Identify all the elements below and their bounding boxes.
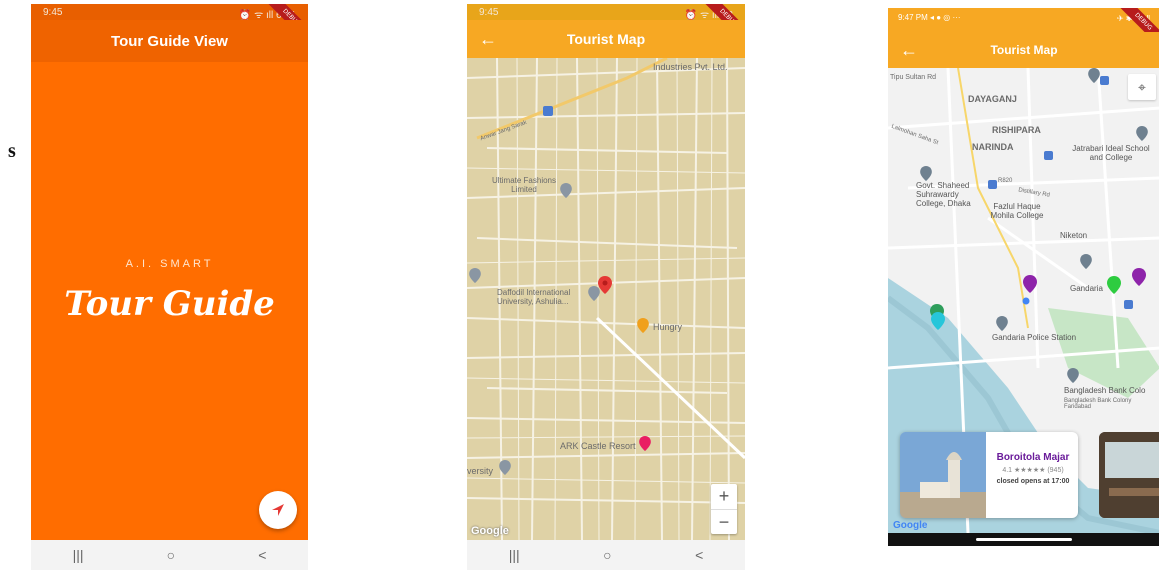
place-name: Boroitola Majar: [996, 452, 1070, 463]
map-label: versity: [467, 466, 494, 476]
map-label: Gandaria Police Station: [992, 333, 1077, 342]
map-pin-icon[interactable]: [1023, 275, 1037, 293]
map-label: Hungry: [653, 322, 683, 332]
map-label: NARINDA: [972, 142, 1014, 152]
map-label: Jatrabari Ideal School and College: [1072, 144, 1150, 162]
restaurant-pin-icon[interactable]: [637, 318, 649, 333]
tour-guide-screen: 9:45 ⏰ ᯤ ıll 63% DEBUG Tour Guide View A…: [31, 4, 308, 570]
place-photo: [900, 432, 986, 518]
poi-pin-icon[interactable]: [469, 268, 481, 283]
status-bar: 9:47 PM ◂ ● ◎ ··· ✈ ✱ ᯤ ıll: [888, 8, 1159, 32]
mosque-image: [900, 432, 986, 518]
navigation-arrow-icon: [272, 504, 284, 516]
map-pin-icon[interactable]: [931, 312, 945, 330]
place-rating: 4.1 ★★★★★ (945): [1002, 467, 1064, 474]
map-label: Govt. Shaheed Suhrawardy College, Dhaka: [916, 181, 971, 208]
map-view[interactable]: Industries Pvt. Ltd. Anwar Jang Sarak Ul…: [467, 58, 745, 540]
back-arrow-icon[interactable]: ←: [479, 29, 497, 50]
poi-pin-icon[interactable]: [920, 166, 932, 181]
bus-stop-icon: [1100, 76, 1109, 85]
home-button[interactable]: ○: [167, 547, 175, 563]
poi-pin-icon[interactable]: [588, 286, 600, 301]
status-bar: 9:45 ⏰ ᯤ ıll 63%: [31, 4, 308, 21]
zoom-in-button[interactable]: +: [711, 484, 737, 509]
map-pin-icon[interactable]: [1132, 268, 1146, 286]
hotel-pin-icon[interactable]: [639, 436, 651, 451]
map-label: Bangladesh Bank Colony Faridabad: [1064, 398, 1132, 410]
poi-pin-icon[interactable]: [1088, 68, 1100, 83]
tourist-map-places-screen: 9:47 PM ◂ ● ◎ ··· ✈ ✱ ᯤ ıll DEBUG ← Tour…: [888, 8, 1159, 546]
home-indicator[interactable]: [976, 538, 1072, 541]
my-location-button[interactable]: ⌖: [1128, 74, 1156, 100]
page-title: Tourist Map: [566, 31, 646, 47]
navigate-button[interactable]: [259, 491, 297, 529]
recents-button[interactable]: |||: [73, 547, 84, 563]
recents-button[interactable]: |||: [509, 547, 520, 563]
screenshot-collage: s 9:45 ⏰ ᯤ ıll 63% DEBUG Tour Guide View…: [0, 0, 1159, 573]
map-label: DAYAGANJ: [968, 94, 1017, 104]
map-label: Gandaria: [1070, 284, 1103, 293]
bus-stop-icon: [988, 180, 997, 189]
back-nav-button[interactable]: <: [258, 547, 266, 563]
poi-pin-icon[interactable]: [996, 316, 1008, 331]
status-bar: 9:45 ⏰ ᯤ ıll 63: [467, 4, 745, 21]
map-label: Industries Pvt. Ltd.: [653, 62, 728, 72]
zoom-controls: + −: [711, 484, 737, 534]
poi-pin-icon[interactable]: [1080, 254, 1092, 269]
hero-subtitle: A.I. SMART: [125, 258, 214, 270]
poi-pin-icon[interactable]: [499, 460, 511, 475]
status-time: 9:45: [43, 7, 63, 18]
system-nav-bar: ||| ○ <: [467, 540, 745, 570]
app-bar: ← Tourist Map: [467, 20, 745, 58]
tourist-map-screen: 9:45 ⏰ ᯤ ıll 63 DEBUG ← Tourist Map Indu…: [467, 4, 745, 570]
poi-pin-icon[interactable]: [560, 183, 572, 198]
map-label: Fazlul Haque Mohila College: [990, 202, 1044, 220]
side-letter: s: [8, 140, 16, 162]
place-info: Boroitola Majar 4.1 ★★★★★ (945) closed o…: [990, 452, 1076, 485]
my-location-dot-icon: [1022, 297, 1030, 305]
cafe-image: [1099, 432, 1159, 518]
page-title: Tourist Map: [990, 43, 1058, 57]
place-hours: closed opens at 17:00: [996, 478, 1070, 485]
map-pin-icon[interactable]: [1107, 276, 1121, 294]
hero-title: Tour Guide: [64, 284, 275, 324]
place-card[interactable]: Boroitola Majar 4.1 ★★★★★ (945) closed o…: [900, 432, 1078, 518]
poi-pin-icon[interactable]: [1067, 368, 1079, 383]
place-card-partial[interactable]: [1099, 432, 1159, 518]
map-label: Daffodil International University, Ashul…: [497, 288, 571, 306]
google-logo: Google: [471, 525, 509, 537]
back-nav-button[interactable]: <: [695, 547, 703, 563]
system-nav-bar: ||| ○ <: [31, 540, 308, 570]
map-label: RISHIPARA: [992, 125, 1041, 135]
google-logo: Google: [893, 520, 928, 531]
map-label: R820: [998, 178, 1013, 184]
map-label: Niketon: [1060, 231, 1088, 240]
app-bar: ← Tourist Map: [888, 32, 1159, 68]
map-label: Ultimate Fashions Limited: [491, 176, 557, 194]
map-pin-icon[interactable]: [598, 276, 612, 294]
app-bar: Tour Guide View: [31, 20, 308, 62]
poi-pin-icon[interactable]: [1136, 126, 1148, 141]
bus-stop-icon: [543, 106, 553, 116]
map-label: Bangladesh Bank Colo: [1064, 386, 1146, 395]
map-label: ARK Castle Resort: [560, 441, 636, 451]
bus-stop-icon: [1044, 151, 1053, 160]
gesture-bar: [888, 533, 1159, 546]
crosshair-icon: ⌖: [1138, 79, 1146, 95]
zoom-out-button[interactable]: −: [711, 509, 737, 535]
bus-stop-icon: [1124, 300, 1133, 309]
status-time: 9:47 PM ◂ ● ◎ ···: [898, 13, 961, 22]
map-label: Tipu Sultan Rd: [890, 74, 937, 81]
back-arrow-icon[interactable]: ←: [900, 40, 918, 61]
home-button[interactable]: ○: [603, 547, 611, 563]
page-title: Tour Guide View: [111, 32, 228, 50]
status-time: 9:45: [479, 7, 499, 18]
